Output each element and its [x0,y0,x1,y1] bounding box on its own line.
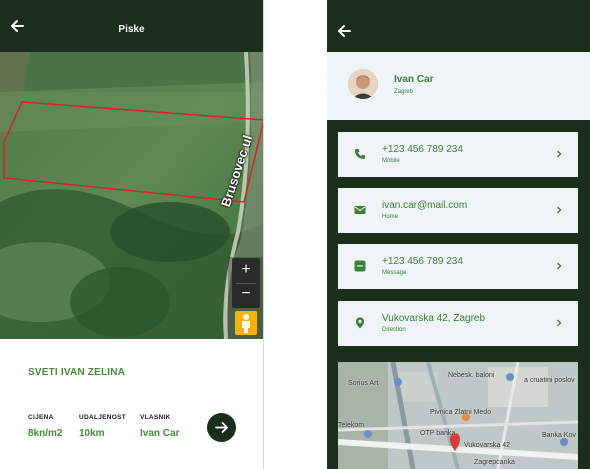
owner-value: Ivan Car [140,428,180,439]
zoom-out-button[interactable]: − [232,283,260,307]
owner-field: VLASNIK Ivan Car [140,414,179,439]
avatar [348,69,378,99]
zoom-in-button[interactable]: + [232,259,260,283]
contact-value: ivan.car@mail.com [382,200,468,211]
contact-type: Message [382,270,407,276]
distance-value: 10km [79,428,105,439]
phone-icon [355,149,365,159]
map-label: Zagrepcanka [474,459,515,466]
owner-name: Ivan Car [394,74,434,85]
contact-type: Home [382,214,399,220]
message-icon [354,260,366,272]
app-bar [327,0,590,52]
profile-header: Ivan Car Zagreb [327,52,590,120]
street-view-pegman-icon[interactable] [235,311,257,335]
owner-contact-screen: Ivan Car Zagreb +123 456 789 234 Mobile … [327,0,590,469]
contact-card-mobile[interactable]: +123 456 789 234 Mobile [338,132,578,177]
map-label: a cruatini poslov [524,377,575,384]
app-bar: Piske [0,0,263,52]
screen-pair: Piske Brusovec ul + − SVETI IVAN ZELINA … [0,0,590,469]
price-label: CIJENA [28,414,54,421]
contact-card-email[interactable]: ivan.car@mail.com Home [338,188,578,233]
mail-icon [354,206,366,214]
map-label: Sorius Art [348,380,379,387]
zoom-controls: + − [232,258,260,308]
page-title: Piske [118,24,145,35]
distance-field: UDALJENOST 10km [79,414,126,439]
owner-label: VLASNIK [140,414,171,421]
contact-type: Direction [382,327,406,333]
contact-card-address[interactable]: Vukovarska 42, Zagreb Direction [338,301,578,346]
back-arrow-icon[interactable] [335,22,353,40]
map-label: Banka Kov [542,432,576,439]
contact-value: Vukovarska 42, Zagreb [382,313,486,324]
parcel-location: SVETI IVAN ZELINA [28,367,126,378]
location-icon [356,317,364,329]
chevron-right-icon [557,262,562,270]
parcel-detail-screen: Piske Brusovec ul + − SVETI IVAN ZELINA … [0,0,264,469]
contact-value: +123 456 789 234 [382,144,463,155]
arrow-right-icon [215,422,228,433]
address-map[interactable]: Nebesk. baloni Sorius Art Pivnica Zlatni… [338,362,578,469]
chevron-right-icon [557,319,562,327]
contact-value: +123 456 789 234 [382,256,463,267]
map-label: Vukovarska 42 [464,442,511,449]
open-owner-button[interactable] [207,413,236,442]
map-label: Nebesk. baloni [448,372,495,379]
owner-city: Zagreb [394,89,414,95]
distance-label: UDALJENOST [79,414,127,421]
price-field: CIJENA 8kn/m2 [28,414,62,439]
map-label: Pivnica Zlatni Medo [430,409,492,416]
map-label: OTP banka [420,430,456,437]
contact-card-message[interactable]: +123 456 789 234 Message [338,244,578,289]
price-value: 8kn/m2 [28,428,63,439]
map-label: Telekom [338,422,365,429]
satellite-map[interactable]: Brusovec ul + − [0,52,263,339]
chevron-right-icon [557,150,562,158]
contact-type: Mobile [382,158,400,164]
chevron-right-icon [557,206,562,214]
